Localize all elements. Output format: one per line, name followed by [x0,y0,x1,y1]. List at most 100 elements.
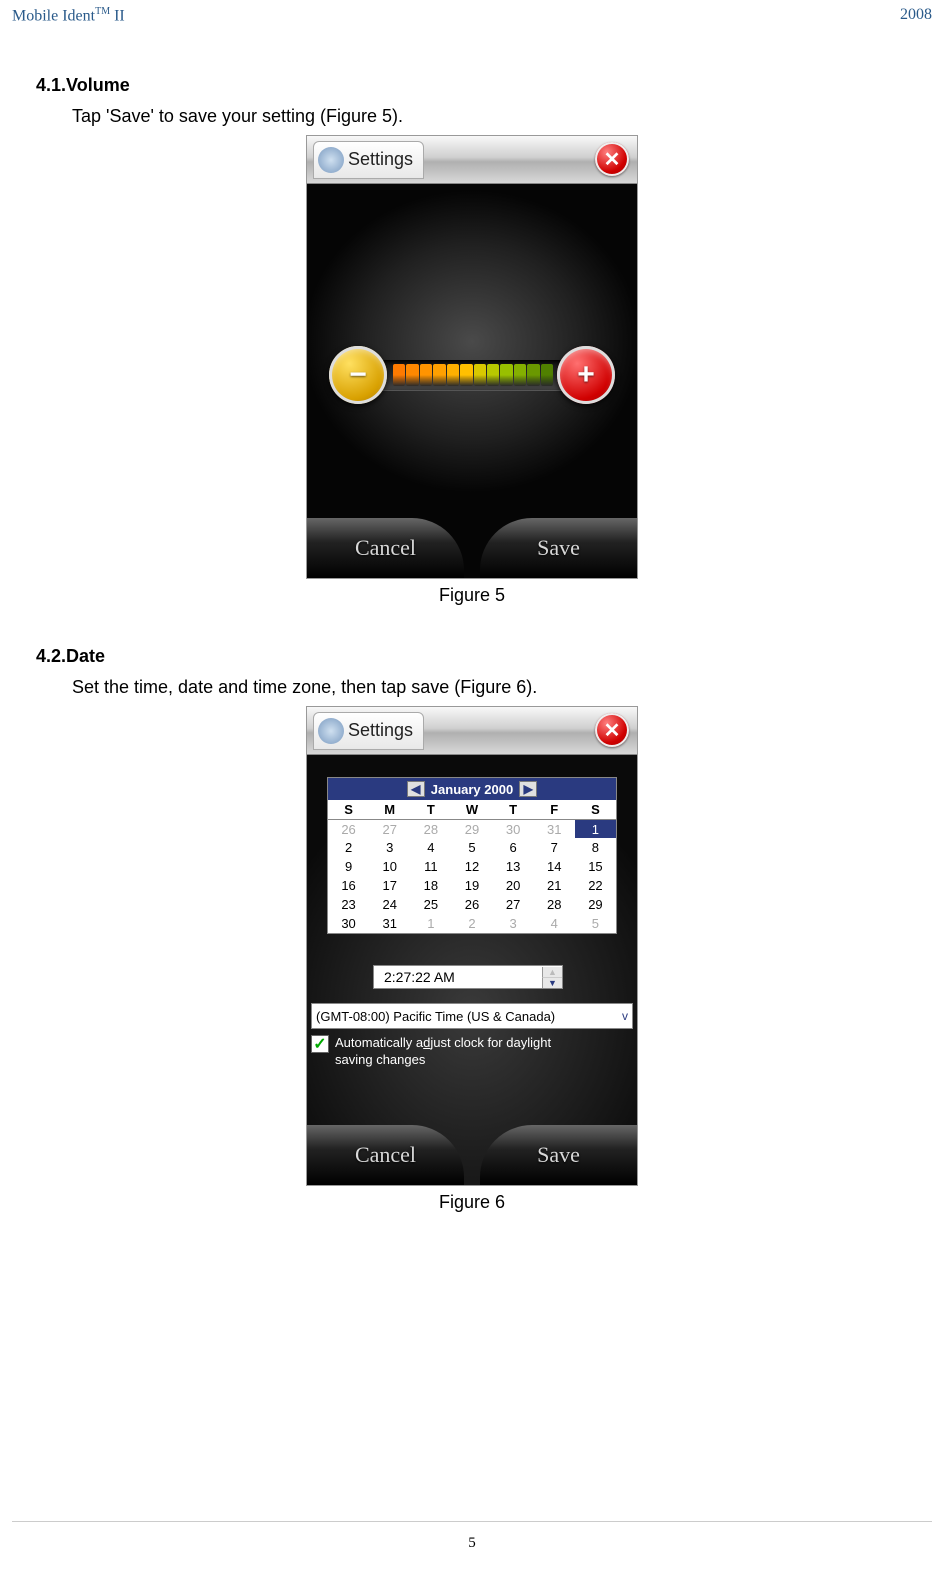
calendar-day[interactable]: 5 [575,914,616,933]
calendar-day[interactable]: 30 [328,914,369,933]
section-date-body: Set the time, date and time zone, then t… [72,677,908,698]
save-button[interactable]: Save [480,518,637,578]
calendar-day[interactable]: 20 [493,876,534,895]
time-input[interactable]: 2:27:22 AM ▲ ▼ [373,965,563,989]
calendar-day[interactable]: 12 [451,857,492,876]
calendar-prev-button[interactable]: ◀ [407,781,425,797]
settings-tab[interactable]: Settings [313,141,424,179]
volume-segment [420,364,432,386]
volume-segment [500,364,512,386]
volume-plus-button[interactable]: + [557,346,615,404]
timezone-value: (GMT-08:00) Pacific Time (US & Canada) [316,1009,555,1024]
calendar-dow: T [493,800,534,819]
calendar[interactable]: ◀ January 2000 ▶ SMTWTFS 262728293031123… [327,777,617,934]
calendar-day[interactable]: 3 [493,914,534,933]
dst-label-line1: Automatically adjust clock for daylight [335,1035,551,1050]
cancel-label: Cancel [355,1142,416,1168]
calendar-day[interactable]: 5 [451,838,492,857]
calendar-day[interactable]: 7 [534,838,575,857]
calendar-day[interactable]: 30 [493,819,534,838]
doc-year: 2008 [900,6,932,25]
calendar-day[interactable]: 25 [410,895,451,914]
calendar-day[interactable]: 31 [534,819,575,838]
calendar-day[interactable]: 29 [575,895,616,914]
calendar-day[interactable]: 26 [328,819,369,838]
tm-mark: TM [95,6,110,17]
spinner-down-icon[interactable]: ▼ [542,978,562,988]
titlebar: Settings ✕ [307,707,637,755]
settings-label: Settings [348,149,413,170]
calendar-dow: W [451,800,492,819]
footer-buttons: Cancel Save [307,518,637,578]
figure6-caption: Figure 6 [36,1192,908,1213]
cancel-button[interactable]: Cancel [307,1125,464,1185]
volume-segment [433,364,445,386]
calendar-day[interactable]: 3 [369,838,410,857]
footer-rule [12,1521,932,1522]
settings-tab[interactable]: Settings [313,712,424,750]
cancel-button[interactable]: Cancel [307,518,464,578]
dst-label-line2: saving changes [335,1052,425,1067]
calendar-day[interactable]: 1 [410,914,451,933]
calendar-day[interactable]: 1 [575,819,616,838]
calendar-day[interactable]: 2 [451,914,492,933]
page-number: 5 [0,1535,944,1552]
calendar-day[interactable]: 19 [451,876,492,895]
calendar-day[interactable]: 22 [575,876,616,895]
calendar-dow: M [369,800,410,819]
calendar-day[interactable]: 31 [369,914,410,933]
volume-segment [474,364,486,386]
calendar-day[interactable]: 16 [328,876,369,895]
calendar-day[interactable]: 6 [493,838,534,857]
calendar-day[interactable]: 27 [493,895,534,914]
calendar-day[interactable]: 23 [328,895,369,914]
date-screenshot: Settings ✕ ◀ January 2000 ▶ SMTWTFS 2627… [306,706,638,1186]
section-date-num: 4.2. [36,646,66,666]
chevron-left-icon: ◀ [411,782,420,796]
calendar-day[interactable]: 21 [534,876,575,895]
calendar-next-button[interactable]: ▶ [519,781,537,797]
save-button[interactable]: Save [480,1125,637,1185]
footer-buttons: Cancel Save [307,1125,637,1185]
volume-segment [487,364,499,386]
spinner-up-icon[interactable]: ▲ [542,967,562,978]
calendar-day[interactable]: 18 [410,876,451,895]
calendar-day[interactable]: 10 [369,857,410,876]
calendar-day[interactable]: 4 [410,838,451,857]
calendar-day[interactable]: 4 [534,914,575,933]
save-label: Save [537,1142,580,1168]
close-button[interactable]: ✕ [595,713,629,747]
calendar-day[interactable]: 24 [369,895,410,914]
calendar-day[interactable]: 28 [534,895,575,914]
volume-segment [406,364,418,386]
close-button[interactable]: ✕ [595,142,629,176]
volume-segment [527,364,539,386]
calendar-day[interactable]: 2 [328,838,369,857]
section-volume-body: Tap 'Save' to save your setting (Figure … [72,106,908,127]
calendar-day[interactable]: 17 [369,876,410,895]
calendar-grid: SMTWTFS 26272829303112345678910111213141… [328,800,616,933]
timezone-select[interactable]: (GMT-08:00) Pacific Time (US & Canada) v [311,1003,633,1029]
calendar-day[interactable]: 26 [451,895,492,914]
section-volume-heading: 4.1.Volume [36,75,908,96]
doc-title-main: Mobile Ident [12,7,95,24]
volume-minus-button[interactable]: − [329,346,387,404]
dst-row: ✓ Automatically adjust clock for dayligh… [311,1035,633,1068]
dst-checkbox[interactable]: ✓ [311,1035,329,1053]
calendar-day[interactable]: 13 [493,857,534,876]
time-spinner[interactable]: ▲ ▼ [542,967,562,988]
calendar-day[interactable]: 9 [328,857,369,876]
calendar-day[interactable]: 15 [575,857,616,876]
calendar-header: ◀ January 2000 ▶ [328,778,616,800]
cancel-label: Cancel [355,535,416,561]
calendar-day[interactable]: 28 [410,819,451,838]
calendar-day[interactable]: 29 [451,819,492,838]
volume-segment [393,364,405,386]
section-date-heading: 4.2.Date [36,646,908,667]
calendar-dow: S [328,800,369,819]
calendar-day[interactable]: 8 [575,838,616,857]
close-icon: ✕ [604,147,621,172]
calendar-day[interactable]: 11 [410,857,451,876]
calendar-day[interactable]: 14 [534,857,575,876]
calendar-day[interactable]: 27 [369,819,410,838]
